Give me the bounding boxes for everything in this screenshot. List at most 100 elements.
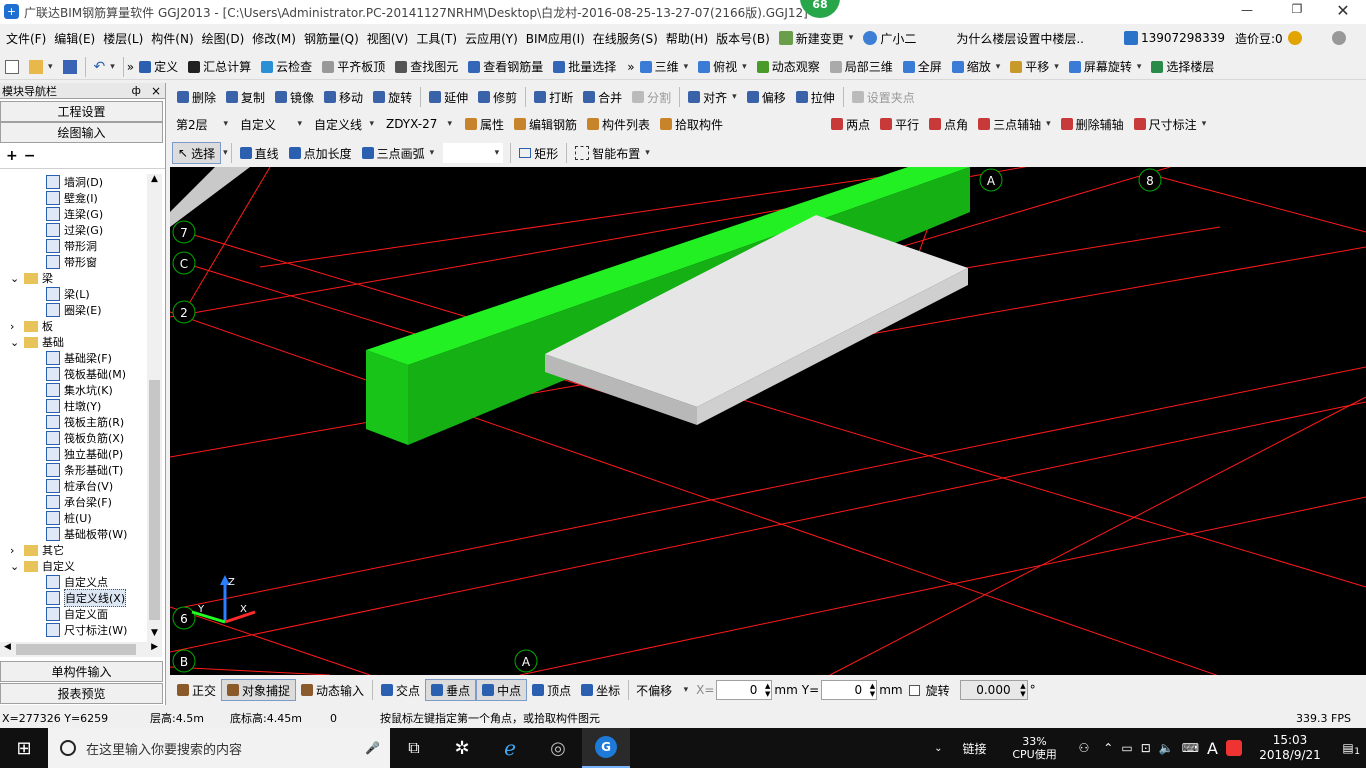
undo-button[interactable]: ↶ ▾ bbox=[89, 56, 120, 78]
snap-button[interactable]: 垂点 bbox=[425, 679, 477, 701]
tree-folder[interactable]: › 其它 bbox=[0, 542, 148, 558]
edit-tool-button[interactable]: 偏移 bbox=[742, 86, 791, 108]
type-select[interactable]: 自定义线 ▾ bbox=[310, 114, 378, 134]
aux-axis-button[interactable]: 尺寸标注 ▾ bbox=[1129, 113, 1212, 135]
windows-start-icon[interactable]: ⊞ bbox=[0, 728, 48, 768]
snap-button[interactable]: 正交 bbox=[172, 679, 221, 701]
scroll-up-icon[interactable]: ▲ bbox=[147, 174, 162, 188]
toolbar1-button[interactable]: 查看钢筋量 bbox=[463, 56, 548, 78]
menu-item[interactable]: 绘图(D) bbox=[198, 27, 249, 49]
rotate-checkbox[interactable] bbox=[908, 684, 920, 696]
toolbar1-button[interactable]: 批量选择 bbox=[548, 56, 621, 78]
assistant-button[interactable]: 广小二 bbox=[858, 27, 921, 49]
y-spinner-icon[interactable]: ▲ ▼ bbox=[870, 682, 875, 698]
expand-all-icon[interactable]: + bbox=[6, 148, 18, 164]
toolbar1-button[interactable]: 查找图元 bbox=[390, 56, 463, 78]
view-tool-button[interactable]: 动态观察 bbox=[752, 56, 825, 78]
nav-close-icon[interactable]: × bbox=[151, 84, 161, 98]
tree-folder[interactable]: ⌄ 梁 bbox=[0, 270, 148, 286]
menu-item[interactable]: BIM应用(I) bbox=[522, 27, 589, 49]
question-link[interactable]: 为什么楼层设置中楼层.. bbox=[951, 27, 1089, 49]
edit-tool-button[interactable]: 复制 bbox=[221, 86, 270, 108]
edit-tool-button[interactable]: 删除 bbox=[172, 86, 221, 108]
scroll-right-icon[interactable]: ▶ bbox=[151, 642, 158, 652]
network-icon[interactable]: ⊡ bbox=[1141, 741, 1151, 755]
collapse-chevron-icon[interactable]: ⌄ bbox=[10, 560, 24, 573]
view-tool-button[interactable]: 局部三维 bbox=[825, 56, 898, 78]
task-view-icon[interactable]: ⧉ bbox=[390, 738, 438, 758]
drawing-viewport[interactable]: A 8 7 C 2 6 B A Z X Y bbox=[170, 167, 1366, 675]
tree-leaf[interactable]: 梁(L) bbox=[0, 286, 148, 302]
rotate-input[interactable]: 0.000 ▲ ▼ bbox=[959, 680, 1028, 700]
view-tool-button[interactable]: 平移 ▾ bbox=[1005, 56, 1064, 78]
scroll-thumb[interactable] bbox=[149, 380, 160, 620]
minimize-button[interactable]: — bbox=[1232, 3, 1262, 21]
x-input[interactable]: 0 ▲ ▼ bbox=[716, 680, 773, 700]
collapse-all-icon[interactable]: − bbox=[24, 148, 36, 164]
viewport-canvas[interactable]: A 8 7 C 2 6 B A Z X Y bbox=[170, 167, 1366, 675]
component-tool-button[interactable]: 编辑钢筋 bbox=[509, 113, 582, 135]
scroll-left-icon[interactable]: ◀ bbox=[4, 642, 11, 652]
tray-expand-icon[interactable]: ⌄ bbox=[934, 743, 942, 754]
tree-leaf[interactable]: 墙洞(D) bbox=[0, 174, 148, 190]
tree-leaf[interactable]: 条形基础(T) bbox=[0, 462, 148, 478]
tree-leaf[interactable]: 承台梁(F) bbox=[0, 494, 148, 510]
volume-icon[interactable]: 🔈 bbox=[1159, 741, 1174, 755]
component-tool-button[interactable]: 拾取构件 bbox=[655, 113, 728, 135]
smart-layout-button[interactable]: 智能布置 ▾ bbox=[570, 142, 655, 164]
swirl-app-icon[interactable]: ◎ bbox=[534, 738, 582, 759]
account-button[interactable]: 13907298339 bbox=[1119, 27, 1230, 49]
name-select[interactable]: ZDYX-27 ▾ bbox=[382, 114, 456, 134]
toolbar1-button[interactable]: 汇总计算 bbox=[183, 56, 256, 78]
component-tool-button[interactable]: 构件列表 bbox=[582, 113, 655, 135]
menu-item[interactable]: 在线服务(S) bbox=[589, 27, 662, 49]
tree-leaf[interactable]: 独立基础(P) bbox=[0, 446, 148, 462]
tree-leaf[interactable]: 基础板带(W) bbox=[0, 526, 148, 542]
y-input[interactable]: 0 ▲ ▼ bbox=[821, 680, 878, 700]
snap-button[interactable]: 顶点 bbox=[527, 679, 576, 701]
draw-tool-button[interactable]: 三点画弧 ▾ bbox=[357, 142, 440, 164]
close-button[interactable]: ✕ bbox=[1328, 1, 1358, 20]
sogou-ime-icon[interactable] bbox=[1226, 740, 1242, 756]
overflow-icon[interactable]: » bbox=[627, 60, 634, 74]
rotate-spinner-icon[interactable]: ▲ ▼ bbox=[1020, 682, 1025, 698]
notification-center-icon[interactable]: ▤ 1 bbox=[1330, 741, 1366, 757]
tree-leaf[interactable]: 集水坑(K) bbox=[0, 382, 148, 398]
keyboard-icon[interactable]: ⌨ bbox=[1182, 741, 1199, 755]
edit-tool-button[interactable]: 镜像 bbox=[270, 86, 319, 108]
collapse-chevron-icon[interactable]: ⌄ bbox=[10, 336, 24, 349]
menu-item[interactable]: 钢筋量(Q) bbox=[300, 27, 363, 49]
edit-tool-button[interactable]: 修剪 bbox=[473, 86, 522, 108]
menu-item[interactable]: 工具(T) bbox=[412, 27, 461, 49]
tray-up-icon[interactable]: ⌃ bbox=[1103, 741, 1113, 755]
pinwheel-app-icon[interactable]: ✲ bbox=[438, 738, 486, 759]
aux-axis-button[interactable]: 平行 bbox=[875, 113, 924, 135]
tree-leaf[interactable]: 带形洞 bbox=[0, 238, 148, 254]
tree-leaf[interactable]: 桩(U) bbox=[0, 510, 148, 526]
restore-button[interactable]: ❐ bbox=[1282, 2, 1312, 20]
menu-item[interactable]: 构件(N) bbox=[147, 27, 197, 49]
view-tool-button[interactable]: 选择楼层 bbox=[1146, 56, 1219, 78]
menu-item[interactable]: 编辑(E) bbox=[50, 27, 99, 49]
aux-axis-button[interactable]: 三点辅轴 ▾ bbox=[973, 113, 1056, 135]
tree-leaf[interactable]: 筏板主筋(R) bbox=[0, 414, 148, 430]
tree-vscrollbar[interactable]: ▲ ▼ bbox=[147, 174, 162, 642]
edit-tool-button[interactable]: 对齐 ▾ bbox=[683, 86, 742, 108]
drawing-input-button[interactable]: 绘图输入 bbox=[0, 122, 163, 143]
toolbar1-button[interactable]: 定义 bbox=[134, 56, 183, 78]
tree-leaf[interactable]: 筏板基础(M) bbox=[0, 366, 148, 382]
tree-leaf[interactable]: 自定义线(X) bbox=[0, 589, 148, 607]
collapse-chevron-icon[interactable]: ⌄ bbox=[10, 272, 24, 285]
pin-icon[interactable]: ф bbox=[132, 84, 141, 97]
arc-mode-select[interactable]: ▾ bbox=[443, 143, 504, 163]
draw-tool-button[interactable]: 直线 bbox=[235, 142, 284, 164]
select-tool-button[interactable]: ↖ 选择 bbox=[172, 142, 222, 164]
tree-leaf[interactable]: 圈梁(E) bbox=[0, 302, 148, 318]
engineering-settings-button[interactable]: 工程设置 bbox=[0, 101, 163, 122]
overflow-icon[interactable]: » bbox=[127, 60, 134, 74]
offset-select[interactable]: 不偏移 ▾ bbox=[632, 680, 693, 700]
draw-tool-button[interactable]: 点加长度 bbox=[284, 142, 357, 164]
view-tool-button[interactable]: 全屏 bbox=[898, 56, 947, 78]
help-icon[interactable] bbox=[1331, 31, 1346, 45]
menu-item[interactable]: 版本号(B) bbox=[712, 27, 774, 49]
